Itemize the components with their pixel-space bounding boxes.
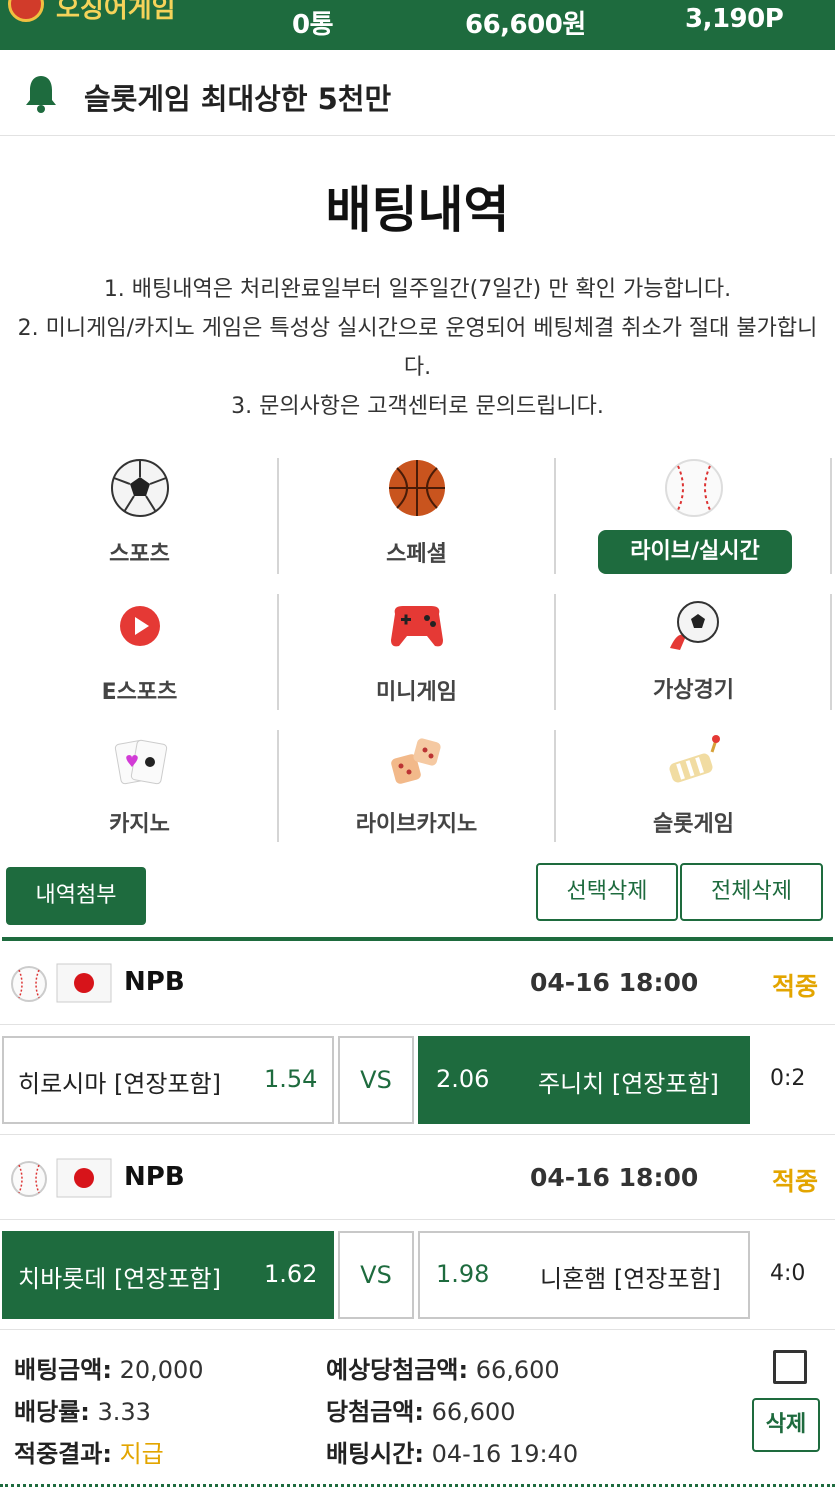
rule-1: 1. 배팅내역은 처리완료일부터 일주일간(7일간) 만 확인 가능합니다. [103, 277, 732, 302]
category-label: 스페셜 [386, 542, 447, 567]
delete-all-button[interactable]: 전체삭제 [680, 863, 823, 921]
bet-result: 적중결과: 지급 [14, 1434, 164, 1469]
bet-row: 치바롯데 [연장포함] 1.62 VS 1.98 니혼햄 [연장포함] 4:0 [0, 1231, 835, 1323]
match-header: NPB 04-16 18:00 적중 [0, 1136, 835, 1220]
category-label: 미니게임 [376, 680, 457, 705]
home-bet-button[interactable]: 치바롯데 [연장포함] 1.62 [2, 1231, 334, 1319]
league-name: NPB [124, 1162, 185, 1192]
bet-amount: 배팅금액: 20,000 [14, 1350, 204, 1385]
match-score: 4:0 [770, 1261, 806, 1286]
match-time: 04-16 18:00 [530, 1163, 699, 1192]
home-team: 히로시마 [연장포함] [18, 1070, 221, 1098]
divider [0, 1329, 835, 1330]
attach-history-button[interactable]: 내역첨부 [6, 867, 146, 925]
cards-icon [114, 739, 168, 785]
category-label: E스포츠 [101, 680, 178, 705]
home-odds: 1.62 [264, 1260, 318, 1288]
basketball-icon [389, 460, 445, 516]
japan-flag-icon [56, 963, 112, 1003]
win-label: 당첨금액: [326, 1398, 424, 1426]
category-label: 라이브카지노 [355, 812, 478, 837]
rules-text: 1. 배팅내역은 처리완료일부터 일주일간(7일간) 만 확인 가능합니다. 2… [10, 270, 825, 426]
category-slot[interactable]: 슬롯게임 [556, 732, 831, 844]
divider [830, 458, 832, 574]
away-odds: 1.98 [436, 1260, 490, 1288]
expected-label: 예상당첨금액: [326, 1356, 469, 1384]
category-label: 슬롯게임 [653, 812, 734, 837]
message-count[interactable]: 0통 [292, 4, 334, 41]
money-balance: 66,600원 [465, 10, 586, 40]
baseball-icon [11, 966, 47, 1002]
category-sports[interactable]: 스포츠 [2, 458, 277, 576]
result-value: 지급 [119, 1440, 164, 1468]
vs-label: VS [338, 1231, 414, 1319]
time-value: 04-16 19:40 [431, 1440, 579, 1468]
match-status: 적중 [772, 1167, 819, 1196]
slot-icon [669, 735, 720, 783]
away-bet-button[interactable]: 2.06 주니치 [연장포함] [418, 1036, 750, 1124]
soccer-ball-icon [111, 459, 169, 517]
point-balance: 3,190P [685, 4, 784, 34]
rule-2: 2. 미니게임/카지노 게임은 특성상 실시간으로 운영되어 베팅체결 취소가 … [17, 316, 818, 380]
home-odds: 1.54 [264, 1065, 318, 1093]
category-label-active: 라이브/실시간 [598, 530, 792, 574]
top-status-bar: 오징어게임 0통 66,600원 3,190P [0, 0, 835, 50]
result-label: 적중결과: [14, 1440, 112, 1468]
category-live[interactable]: 라이브/실시간 [556, 458, 831, 576]
delete-button[interactable]: 삭제 [752, 1398, 820, 1452]
league-name: NPB [124, 967, 185, 997]
odds-value: 3.33 [97, 1398, 151, 1426]
play-icon [120, 606, 160, 646]
odds-label: 배당률: [14, 1398, 90, 1426]
category-label: 스포츠 [109, 542, 170, 567]
away-team: 주니치 [연장포함] [538, 1070, 719, 1098]
divider [0, 1134, 835, 1135]
gamepad-icon [391, 606, 443, 647]
bet-amount-label: 배팅금액: [14, 1356, 112, 1384]
divider [830, 594, 832, 710]
category-label: 카지노 [109, 812, 170, 837]
category-virtual[interactable]: 가상경기 [556, 596, 831, 714]
dice-icon [391, 738, 441, 784]
home-team: 치바롯데 [연장포함] [18, 1265, 221, 1293]
site-name[interactable]: 오징어게임 [56, 0, 176, 25]
bet-time: 배팅시간: 04-16 19:40 [326, 1434, 578, 1469]
away-team: 니혼햄 [연장포함] [540, 1265, 721, 1293]
bet-amount-value: 20,000 [119, 1356, 204, 1384]
vs-label: VS [338, 1036, 414, 1124]
category-special[interactable]: 스페셜 [279, 458, 554, 576]
match-status: 적중 [772, 972, 819, 1001]
match-score: 0:2 [770, 1066, 806, 1091]
japan-flag-icon [56, 1158, 112, 1198]
expected-win: 예상당첨금액: 66,600 [326, 1350, 560, 1385]
select-checkbox[interactable] [773, 1350, 807, 1384]
match-time: 04-16 18:00 [530, 968, 699, 997]
bet-row: 히로시마 [연장포함] 1.54 VS 2.06 주니치 [연장포함] 0:2 [0, 1036, 835, 1128]
expected-value: 66,600 [475, 1356, 560, 1384]
bet-odds: 배당률: 3.33 [14, 1392, 151, 1427]
category-label: 가상경기 [653, 678, 734, 703]
category-esports[interactable]: E스포츠 [2, 596, 277, 714]
away-odds: 2.06 [436, 1065, 490, 1093]
baseball-icon [665, 459, 723, 517]
category-live-casino[interactable]: 라이브카지노 [279, 732, 554, 844]
notice-bar: 슬롯게임 최대상한 5천만 [0, 50, 835, 136]
win-amount: 당첨금액: 66,600 [326, 1392, 516, 1427]
time-label: 배팅시간: [326, 1440, 424, 1468]
site-logo[interactable] [8, 0, 44, 22]
home-bet-button[interactable]: 히로시마 [연장포함] 1.54 [2, 1036, 334, 1124]
match-header: NPB 04-16 18:00 적중 [0, 941, 835, 1025]
rule-3: 3. 문의사항은 고객센터로 문의드립니다. [231, 394, 604, 419]
win-value: 66,600 [431, 1398, 516, 1426]
bell-icon [26, 76, 56, 113]
away-bet-button[interactable]: 1.98 니혼햄 [연장포함] [418, 1231, 750, 1319]
soccer-ball-icon [670, 601, 719, 650]
page-title: 배팅내역 [325, 181, 510, 239]
delete-selected-button[interactable]: 선택삭제 [536, 863, 678, 921]
category-minigame[interactable]: 미니게임 [279, 596, 554, 714]
dotted-divider [0, 1484, 835, 1487]
baseball-icon [11, 1161, 47, 1197]
category-casino[interactable]: 카지노 [2, 732, 277, 844]
notice-text: 슬롯게임 최대상한 5천만 [84, 82, 392, 116]
